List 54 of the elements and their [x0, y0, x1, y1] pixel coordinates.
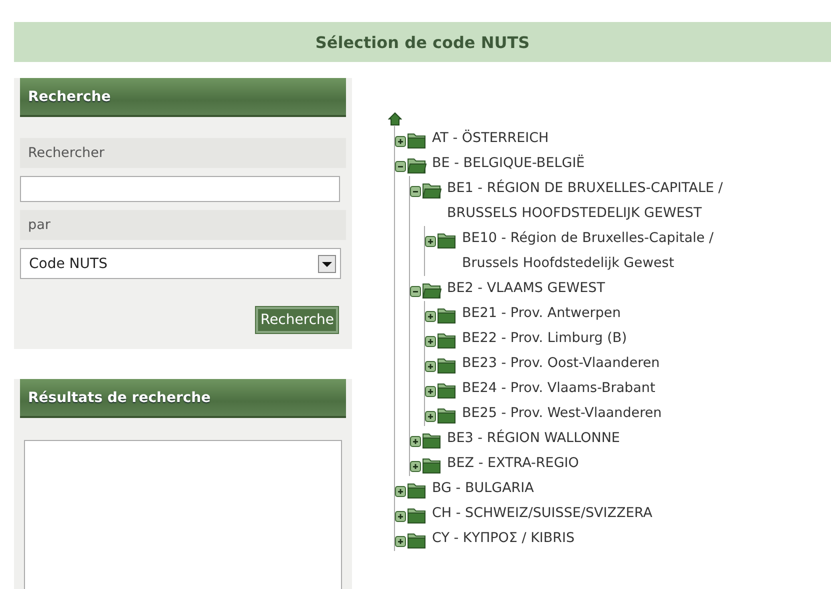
- expand-icon[interactable]: [410, 461, 421, 472]
- tree-node-label[interactable]: BE23 - Prov. Oost-Vlaanderen: [462, 351, 660, 376]
- expand-icon[interactable]: [395, 511, 406, 522]
- folder-icon: [437, 232, 457, 249]
- expand-icon[interactable]: [425, 336, 436, 347]
- expand-icon[interactable]: [410, 436, 421, 447]
- collapse-icon[interactable]: [395, 161, 406, 172]
- tree-node-label[interactable]: BEZ - EXTRA-REGIO: [447, 451, 579, 476]
- folder-icon: [437, 407, 457, 424]
- search-field[interactable]: [20, 176, 340, 202]
- folder-icon: [407, 507, 427, 524]
- tree-node-label[interactable]: BE2 - VLAAMS GEWEST: [447, 276, 605, 301]
- field-label: par: [20, 210, 346, 240]
- tree-node-label[interactable]: BE22 - Prov. Limburg (B): [462, 326, 627, 351]
- expand-icon[interactable]: [425, 311, 436, 322]
- tree-node-label[interactable]: BE - BELGIQUE-BELGIË: [432, 151, 585, 176]
- folder-icon: [437, 382, 457, 399]
- panel-header: Recherche: [20, 78, 346, 117]
- expand-icon[interactable]: [395, 536, 406, 547]
- search-button[interactable]: Recherche: [256, 307, 338, 333]
- expand-icon[interactable]: [395, 136, 406, 147]
- folder-icon: [437, 357, 457, 374]
- folder-icon: [407, 532, 427, 549]
- expand-icon[interactable]: [425, 361, 436, 372]
- folder-icon: [422, 432, 442, 449]
- tree-node-label[interactable]: BG - BULGARIA: [432, 476, 534, 501]
- home-icon[interactable]: [388, 112, 402, 126]
- folder-icon: [422, 282, 442, 299]
- tree-node-label[interactable]: CY - ΚΥΠΡΟΣ / KIBRIS: [432, 526, 575, 551]
- collapse-icon[interactable]: [410, 286, 421, 297]
- folder-icon: [422, 457, 442, 474]
- search-by-dropdown[interactable]: Code NUTS: [20, 248, 341, 279]
- panel-header: Résultats de recherche: [20, 379, 346, 418]
- tree-node-label[interactable]: BE1 - RÉGION DE BRUXELLES-CAPITALE / BRUSSELS HOOFDSTEDELIJK GEWEST: [447, 176, 732, 226]
- expand-icon[interactable]: [395, 486, 406, 497]
- tree-node-label[interactable]: BE24 - Prov. Vlaams-Brabant: [462, 376, 656, 401]
- page-title: Sélection de code NUTS: [315, 32, 530, 52]
- tree-node-label[interactable]: BE3 - RÉGION WALLONNE: [447, 426, 620, 451]
- folder-icon: [422, 182, 442, 199]
- expand-icon[interactable]: [425, 236, 436, 247]
- folder-icon: [437, 307, 457, 324]
- field-label: Rechercher: [20, 138, 346, 168]
- tree-node-label[interactable]: BE10 - Région de Bruxelles-Capitale / Brussels Hoofdstedelijk Gewest: [462, 226, 754, 276]
- tree-node-label[interactable]: BE25 - Prov. West-Vlaanderen: [462, 401, 662, 426]
- folder-icon: [407, 482, 427, 499]
- tree-node-label[interactable]: AT - ÖSTERREICH: [432, 126, 549, 151]
- folder-icon: [407, 157, 427, 174]
- folder-icon: [407, 132, 427, 149]
- expand-icon[interactable]: [425, 411, 436, 422]
- expand-icon[interactable]: [425, 386, 436, 397]
- folder-icon: [437, 332, 457, 349]
- tree-node-label[interactable]: CH - SCHWEIZ/SUISSE/SVIZZERA: [432, 501, 652, 526]
- collapse-icon[interactable]: [410, 186, 421, 197]
- tree-node-label[interactable]: BE21 - Prov. Antwerpen: [462, 301, 621, 326]
